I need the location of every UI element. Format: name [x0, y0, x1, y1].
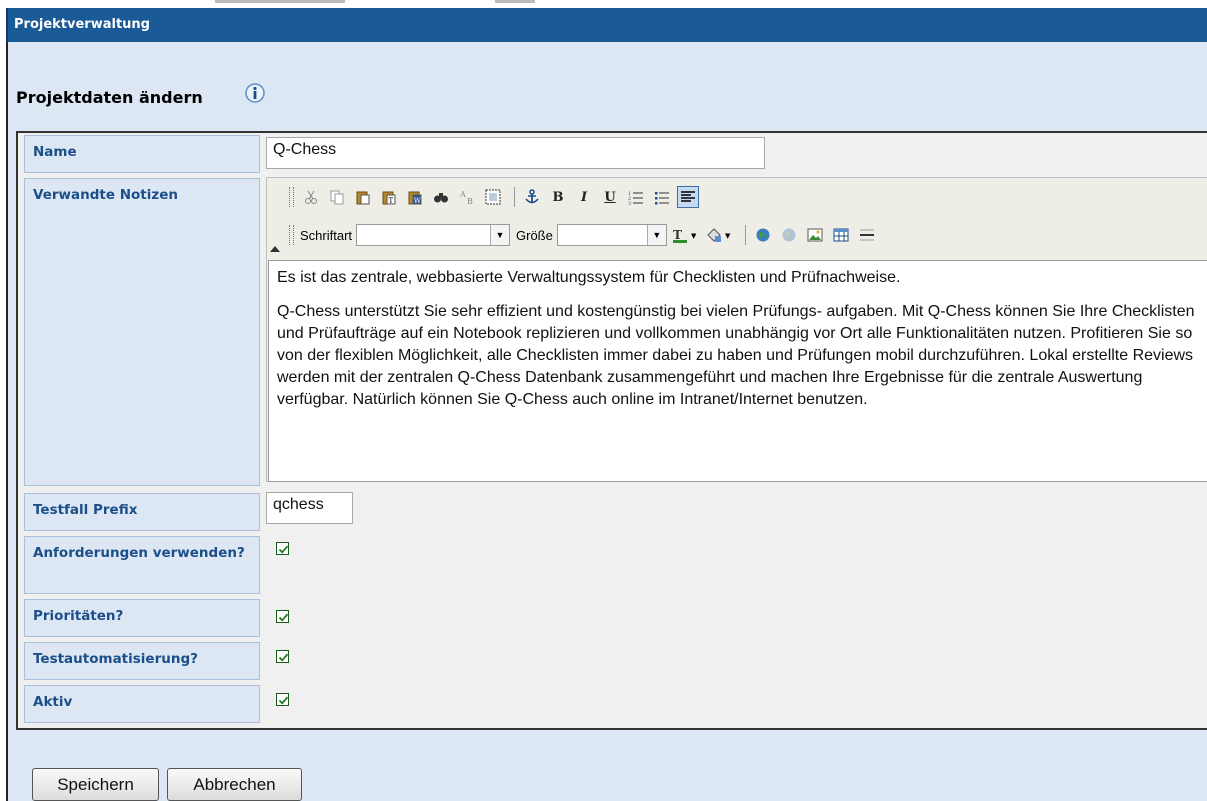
font-size-select[interactable]: ▼	[556, 224, 667, 246]
prefix-input[interactable]: qchess	[266, 492, 353, 524]
paste-text-icon[interactable]: T	[378, 186, 400, 208]
editor-paragraph: Es ist das zentrale, webbasierte Verwalt…	[277, 269, 901, 286]
chevron-down-icon: ▼	[490, 225, 510, 245]
horizontal-rule-icon[interactable]	[856, 224, 878, 246]
select-all-icon[interactable]	[482, 186, 504, 208]
table-icon[interactable]	[830, 224, 852, 246]
unlink-icon[interactable]	[778, 224, 800, 246]
editor-toolbar-row2: Schriftart ▼ Größe ▼ T ▼ ▼	[289, 224, 882, 246]
background-color-icon[interactable]: ▼	[705, 224, 735, 246]
editor-paragraph: Q-Chess unterstützt Sie sehr effizient u…	[277, 303, 1195, 408]
underline-icon[interactable]: U	[599, 186, 621, 208]
cancel-button[interactable]: Abbrechen	[167, 768, 302, 801]
unordered-list-icon[interactable]	[651, 186, 673, 208]
page-title: Projektdaten ändern	[16, 88, 203, 107]
text-color-icon[interactable]: T ▼	[671, 224, 701, 246]
editor-toolbar-row1: T W AB B I U 123	[289, 186, 703, 208]
notes-label: Verwandte Notizen	[24, 178, 260, 486]
toolbar-grip	[289, 225, 294, 245]
anchor-icon[interactable]	[521, 186, 543, 208]
toolbar-separator	[744, 225, 746, 245]
window-title: Projektverwaltung	[14, 17, 150, 32]
priorities-label: Prioritäten?	[24, 599, 260, 637]
svg-text:T: T	[673, 228, 682, 242]
svg-text:T: T	[389, 197, 394, 205]
paste-word-icon[interactable]: W	[404, 186, 426, 208]
requirements-checkbox[interactable]	[276, 542, 289, 555]
align-left-icon[interactable]	[677, 186, 699, 208]
link-icon[interactable]	[752, 224, 774, 246]
window-titlebar: Projektverwaltung	[6, 8, 1207, 42]
svg-text:▼: ▼	[725, 232, 731, 240]
info-icon[interactable]	[244, 82, 266, 104]
bold-icon[interactable]: B	[547, 186, 569, 208]
svg-text:▼: ▼	[691, 232, 697, 240]
toolbar-grip	[289, 187, 294, 207]
collapse-toolbar-icon[interactable]	[270, 246, 280, 252]
svg-text:B: B	[467, 197, 473, 205]
save-button[interactable]: Speichern	[32, 768, 159, 801]
replace-icon[interactable]: AB	[456, 186, 478, 208]
priorities-checkbox[interactable]	[276, 610, 289, 623]
svg-text:A: A	[459, 190, 466, 199]
top-strip-fragment	[215, 0, 345, 3]
name-input[interactable]: Q-Chess	[266, 137, 765, 169]
copy-icon[interactable]	[326, 186, 348, 208]
prefix-label: Testfall Prefix	[24, 493, 260, 531]
editor-content-area[interactable]: Es ist das zentrale, webbasierte Verwalt…	[268, 260, 1207, 482]
chevron-down-icon: ▼	[646, 225, 666, 245]
font-family-select[interactable]: ▼	[356, 224, 511, 246]
italic-icon[interactable]: I	[573, 186, 595, 208]
top-strip	[0, 0, 1207, 8]
paste-icon[interactable]	[352, 186, 374, 208]
cut-icon[interactable]	[300, 186, 322, 208]
svg-text:3: 3	[628, 201, 631, 205]
toolbar-separator	[514, 187, 515, 207]
active-label: Aktiv	[24, 685, 260, 723]
find-icon[interactable]	[430, 186, 452, 208]
requirements-label: Anforderungen verwenden?	[24, 536, 260, 594]
automation-label: Testautomatisierung?	[24, 642, 260, 680]
name-label: Name	[24, 135, 260, 173]
svg-text:W: W	[414, 197, 422, 205]
font-family-label: Schriftart	[300, 227, 353, 243]
font-size-label: Größe	[516, 227, 553, 243]
ordered-list-icon[interactable]: 123	[625, 186, 647, 208]
top-strip-fragment	[495, 0, 535, 3]
automation-checkbox[interactable]	[276, 650, 289, 663]
active-checkbox[interactable]	[276, 693, 289, 706]
image-icon[interactable]	[804, 224, 826, 246]
